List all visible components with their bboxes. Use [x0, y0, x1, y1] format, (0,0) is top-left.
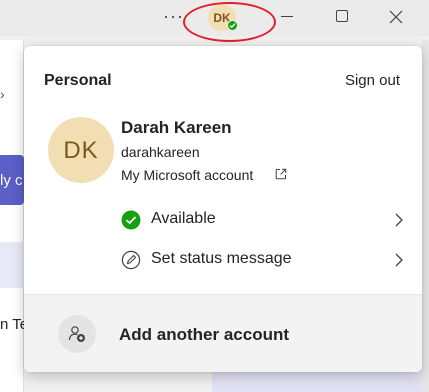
status-label: Available — [151, 210, 216, 227]
background-text: n Te — [0, 316, 24, 333]
user-display-name: Darah Kareen — [121, 118, 232, 137]
background-purple-text: ly c — [0, 172, 23, 189]
sign-out-link[interactable]: Sign out — [345, 72, 400, 89]
available-check-icon — [121, 210, 141, 235]
chevron-right-icon — [394, 212, 404, 233]
close-button[interactable] — [388, 9, 404, 30]
close-icon — [389, 10, 403, 24]
background-highlight — [0, 242, 24, 288]
microsoft-account-link[interactable]: My Microsoft account — [121, 167, 253, 183]
user-username: darahkareen — [121, 144, 200, 160]
minimize-button[interactable] — [281, 16, 293, 17]
title-bar: ··· DK — [0, 0, 429, 42]
add-account-label: Add another account — [119, 325, 290, 344]
background-right-strip — [422, 40, 429, 392]
more-options-button[interactable]: ··· — [163, 6, 184, 27]
chevron-right-icon — [394, 252, 404, 273]
status-message-label: Set status message — [151, 250, 292, 267]
open-external-icon[interactable] — [275, 167, 287, 185]
avatar-initials: DK — [63, 137, 99, 164]
background-highlight-right — [212, 370, 429, 392]
maximize-button[interactable] — [336, 10, 348, 22]
set-status-message-item[interactable]: Set status message — [24, 240, 422, 278]
add-person-icon — [58, 315, 96, 353]
section-label: Personal — [44, 72, 112, 89]
avatar: DK — [48, 117, 114, 183]
annotation-circle — [183, 2, 276, 42]
edit-status-icon — [121, 250, 141, 275]
status-available-item[interactable]: Available — [24, 200, 422, 238]
add-account-button[interactable]: Add another account — [24, 294, 422, 372]
account-menu-popup: Personal Sign out DK Darah Kareen darahk… — [24, 46, 422, 372]
chevron-right-icon: › — [0, 86, 5, 102]
